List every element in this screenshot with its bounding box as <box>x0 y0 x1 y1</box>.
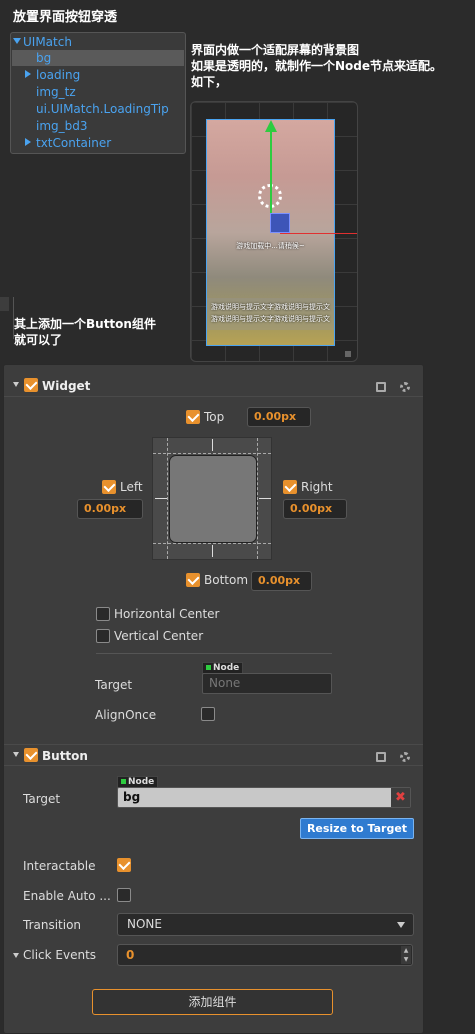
bottom-checkbox[interactable] <box>186 573 200 587</box>
node-dot-icon <box>206 665 211 670</box>
bottom-label: Bottom <box>204 573 249 587</box>
horizontal-center-checkbox[interactable] <box>96 607 110 621</box>
left-label: Left <box>120 480 143 494</box>
tree-item-loading[interactable]: loading <box>25 67 80 83</box>
diagram-dash-bottom <box>153 543 271 544</box>
note-right: 界面内做一个适配屏幕的背景图 如果是透明的，就制作一个Node节点来适配。 如下… <box>191 43 443 89</box>
enable-auto-checkbox[interactable] <box>117 888 131 902</box>
interactable-label: Interactable <box>23 859 96 873</box>
scene-view[interactable]: 游戏加载中...请稍候~ 游戏说明与提示文字游戏说明与提示文 游戏说明与提示文字… <box>190 101 358 362</box>
gizmo-y-axis[interactable] <box>270 130 272 222</box>
diagram-inner-box <box>169 455 257 543</box>
chevron-right-icon[interactable] <box>25 138 31 146</box>
button-target-label: Target <box>23 792 61 806</box>
diagram-dash-right <box>257 438 258 559</box>
widget-title: Widget <box>42 379 91 393</box>
top-input[interactable]: 0.00px <box>247 407 311 427</box>
resize-to-target-button[interactable]: Resize to Target <box>300 818 414 839</box>
tip-line-2: 游戏说明与提示文字游戏说明与提示文 <box>211 315 330 323</box>
tree-root[interactable]: UIMatch <box>13 34 72 50</box>
interactable-checkbox[interactable] <box>117 858 131 872</box>
alignonce-label: AlignOnce <box>95 708 157 722</box>
diagram-dash-left <box>167 438 168 559</box>
vertical-center-label: Vertical Center <box>114 629 204 643</box>
collapse-triangle-icon[interactable] <box>13 382 19 387</box>
tree-item-loadingtip[interactable]: ui.UIMatch.LoadingTip <box>36 101 169 117</box>
book-icon[interactable] <box>376 382 386 392</box>
bottom-input[interactable]: 0.00px <box>251 571 312 591</box>
widget-diagram <box>152 437 272 560</box>
arrow-vertical-top-icon <box>212 439 213 451</box>
button-header: Button <box>4 744 423 766</box>
button-target-field[interactable]: bg <box>117 787 411 808</box>
gear-icon[interactable] <box>400 752 410 762</box>
note-top: 放置界面按钮穿透 <box>13 10 118 25</box>
collapse-triangle-icon[interactable] <box>13 752 19 757</box>
stepper-icon[interactable]: ▲ ▼ <box>401 946 411 964</box>
right-label: Right <box>301 480 333 494</box>
click-events-input[interactable]: 0 ▲ ▼ <box>117 944 413 966</box>
widget-target-label: Target <box>95 678 133 692</box>
book-icon[interactable] <box>376 752 386 762</box>
tree-item-txtcontainer[interactable]: txtContainer <box>25 135 111 151</box>
add-component-button[interactable]: 添加组件 <box>92 989 333 1015</box>
horizontal-center-label: Horizontal Center <box>114 607 220 621</box>
scene-corner-handle[interactable] <box>345 351 351 357</box>
node-dot-icon <box>121 779 126 784</box>
enable-auto-label: Enable Auto ... <box>23 889 111 903</box>
click-events-label: Click Events <box>23 948 97 962</box>
gizmo-y-arrow[interactable] <box>265 120 277 132</box>
alignonce-checkbox[interactable] <box>201 707 215 721</box>
arrow-horizontal-left-icon <box>155 498 167 499</box>
diagram-dash-top <box>153 453 271 454</box>
widget-target-field[interactable]: None <box>202 673 332 694</box>
note-left: 其上添加一个Button组件 就可以了 <box>14 317 156 347</box>
widget-divider <box>96 653 332 654</box>
left-input[interactable]: 0.00px <box>77 499 143 519</box>
gizmo-center[interactable] <box>270 213 290 233</box>
left-checkbox[interactable] <box>102 480 116 494</box>
top-checkbox[interactable] <box>186 410 200 424</box>
top-label: Top <box>204 410 225 424</box>
widget-header: Widget <box>4 375 423 397</box>
button-title: Button <box>42 749 88 763</box>
chevron-down-icon[interactable] <box>13 38 21 44</box>
click-events-triangle-icon[interactable] <box>13 953 19 958</box>
tree-item-img-tz[interactable]: img_tz <box>36 84 76 100</box>
arrow-vertical-bottom-icon <box>212 545 213 557</box>
divider-line <box>13 297 14 339</box>
loading-text: 游戏加载中...请稍候~ <box>236 242 305 250</box>
tree-item-img-bd3[interactable]: img_bd3 <box>36 118 88 134</box>
right-checkbox[interactable] <box>283 480 297 494</box>
clear-target-icon[interactable]: ✖ <box>391 788 410 807</box>
chevron-down-icon[interactable] <box>397 922 405 928</box>
vertical-center-checkbox[interactable] <box>96 629 110 643</box>
transition-label: Transition <box>23 918 82 932</box>
inspector-panel: Widget Top 0.00px Left 0.00px Right 0.00… <box>3 364 424 1034</box>
transition-select[interactable]: NONE <box>117 913 414 936</box>
gizmo-x-axis[interactable] <box>280 233 357 234</box>
widget-enable-checkbox[interactable] <box>24 378 38 392</box>
right-input[interactable]: 0.00px <box>283 499 347 519</box>
button-enable-checkbox[interactable] <box>24 748 38 762</box>
arrow-horizontal-right-icon <box>259 498 271 499</box>
divider-mark <box>0 297 9 311</box>
tip-line-1: 游戏说明与提示文字游戏说明与提示文 <box>211 303 330 311</box>
hierarchy-tree: UIMatch bg loading img_tz ui.UIMatch.Loa… <box>10 32 186 154</box>
chevron-right-icon[interactable] <box>25 70 31 78</box>
gear-icon[interactable] <box>400 382 410 392</box>
tree-item-bg[interactable]: bg <box>12 50 184 66</box>
